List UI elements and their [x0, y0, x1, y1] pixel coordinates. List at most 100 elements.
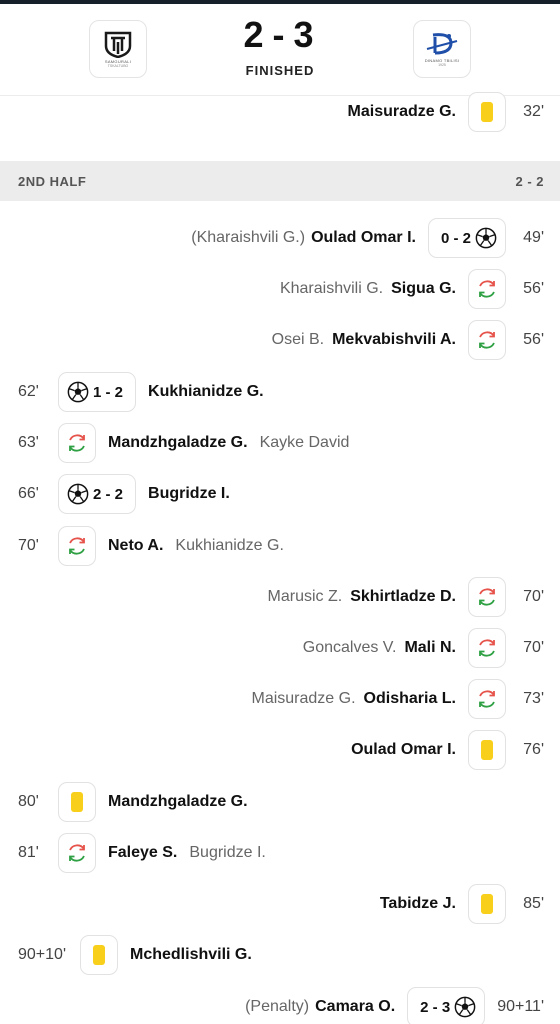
sub-in-player: Odisharia L. [363, 690, 456, 707]
sub-out-player: Osei B. [271, 331, 325, 348]
sub-in-player: Sigua G. [391, 280, 456, 297]
player-name: Mchedlishvili G. [130, 946, 252, 963]
event-icon-box [58, 833, 96, 873]
event-row[interactable]: 63' Mandzhgaladze G. Kayke David [0, 423, 560, 463]
substitution-icon [479, 588, 495, 606]
event-icon-box [468, 577, 506, 617]
event-minute: 62' [18, 383, 39, 400]
soccer-ball-icon [454, 996, 476, 1018]
goal-score: 1 - 2 [93, 383, 124, 401]
event-minute: 56' [523, 280, 544, 297]
home-logo-subcaption: TSKALTUBO [107, 64, 129, 68]
player-name: Bugridze I. [148, 485, 230, 502]
event-row[interactable]: 81' Faleye S. Bugridze I. [0, 833, 560, 873]
event-row[interactable]: 80' Mandzhgaladze G. [0, 782, 560, 822]
player-name: Kukhianidze G. [148, 383, 264, 400]
event-row[interactable]: (Penalty) Camara O. 2 - 3 90+11' [0, 987, 560, 1024]
score-dash: - [272, 14, 288, 55]
substitution-icon [479, 331, 495, 349]
yellow-card-icon [481, 740, 493, 760]
event-minute: 56' [523, 331, 544, 348]
event-row[interactable]: Maisuradze G. 32' [0, 92, 560, 132]
event-icon-box [468, 269, 506, 309]
event-row[interactable]: Marusic Z. Skhirtladze D. 70' [0, 577, 560, 617]
away-team-logo[interactable]: DINAMO TBILISI 1925 [413, 20, 471, 78]
event-minute: 70' [523, 639, 544, 656]
event-icon-box [58, 526, 96, 566]
sub-in-player: Mandzhgaladze G. [108, 434, 248, 451]
substitution-icon [69, 844, 85, 862]
sub-out-player: Kayke David [259, 434, 350, 451]
section-label: 2ND HALF [18, 173, 87, 189]
sub-in-player: Mali N. [404, 639, 456, 656]
player-name: Oulad Omar I. [311, 229, 416, 246]
soccer-ball-icon [67, 483, 89, 505]
home-team-logo[interactable]: SAMGURALI TSKALTUBO [89, 20, 147, 78]
event-minute: 73' [523, 690, 544, 707]
event-row[interactable]: 70' Neto A. Kukhianidze G. [0, 526, 560, 566]
sub-in-player: Faleye S. [108, 844, 178, 861]
sub-out-player: Bugridze I. [189, 844, 266, 861]
event-icon-box: 2 - 3 [407, 987, 486, 1024]
event-row[interactable]: Oulad Omar I. 76' [0, 730, 560, 770]
event-minute: 76' [523, 741, 544, 758]
goal-score: 2 - 2 [93, 485, 124, 503]
event-row[interactable]: Goncalves V. Mali N. 70' [0, 628, 560, 668]
event-icon-box: 2 - 2 [58, 474, 137, 514]
event-row[interactable]: Tabidze J. 85' [0, 884, 560, 924]
sub-in-player: Mekvabishvili A. [332, 331, 456, 348]
yellow-card-icon [71, 792, 83, 812]
substitution-icon [479, 280, 495, 298]
event-icon-box [58, 423, 96, 463]
player-name: Maisuradze G. [347, 103, 456, 120]
event-minute: 80' [18, 793, 39, 810]
match-status: FINISHED [245, 63, 315, 78]
yellow-card-icon [481, 894, 493, 914]
event-row[interactable]: Maisuradze G. Odisharia L. 73' [0, 679, 560, 719]
section-score: 2 - 2 [515, 173, 544, 189]
player-name: Tabidze J. [379, 895, 456, 912]
event-row[interactable]: 62' 1 - 2 Kukhianidze G. [0, 372, 560, 412]
player-name: Oulad Omar I. [351, 741, 456, 758]
event-row[interactable]: Kharaishvili G. Sigua G. 56' [0, 269, 560, 309]
event-icon-box [58, 782, 96, 822]
scoreboard: 2-3 FINISHED [180, 14, 380, 78]
event-icon-box [468, 679, 506, 719]
event-minute: 85' [523, 895, 544, 912]
home-score: 2 [243, 14, 267, 55]
event-row[interactable]: 90+10' Mchedlishvili G. [0, 935, 560, 975]
sub-in-player: Skhirtladze D. [350, 588, 456, 605]
event-minute: 70' [18, 537, 39, 554]
sub-out-player: Maisuradze G. [251, 690, 356, 707]
event-minute: 90+10' [18, 946, 66, 963]
event-row[interactable]: Osei B. Mekvabishvili A. 56' [0, 320, 560, 360]
event-icon-box [468, 884, 506, 924]
soccer-ball-icon [475, 227, 497, 249]
match-header: SAMGURALI TSKALTUBO 2-3 FINISHED DINAMO … [0, 4, 560, 96]
event-minute: 63' [18, 434, 39, 451]
away-score: 3 [293, 14, 317, 55]
sub-out-player: Goncalves V. [302, 639, 397, 656]
yellow-card-icon [481, 102, 493, 122]
event-minute: 70' [523, 588, 544, 605]
player-name: Mandzhgaladze G. [108, 793, 248, 810]
sub-out-player: Kharaishvili G. [279, 280, 384, 297]
sub-in-player: Neto A. [108, 537, 164, 554]
event-row[interactable]: 66' 2 - 2 Bugridze I. [0, 474, 560, 514]
event-icon-box [468, 320, 506, 360]
event-icon-box [468, 730, 506, 770]
dinamo-crest-icon [426, 33, 458, 55]
goal-score: 2 - 3 [420, 998, 451, 1016]
assist-text: (Penalty) [245, 998, 310, 1015]
event-minute: 49' [523, 229, 544, 246]
event-row[interactable]: (Kharaishvili G.) Oulad Omar I. 0 - 2 49… [0, 218, 560, 258]
assist-text: (Kharaishvili G.) [191, 229, 306, 246]
event-minute: 66' [18, 485, 39, 502]
yellow-card-icon [93, 945, 105, 965]
away-logo-subcaption: 1925 [438, 63, 446, 67]
event-icon-box [468, 92, 506, 132]
sub-out-player: Kukhianidze G. [175, 537, 284, 554]
sub-out-player: Marusic Z. [267, 588, 343, 605]
event-icon-box [80, 935, 118, 975]
event-minute: 90+11' [497, 998, 544, 1015]
